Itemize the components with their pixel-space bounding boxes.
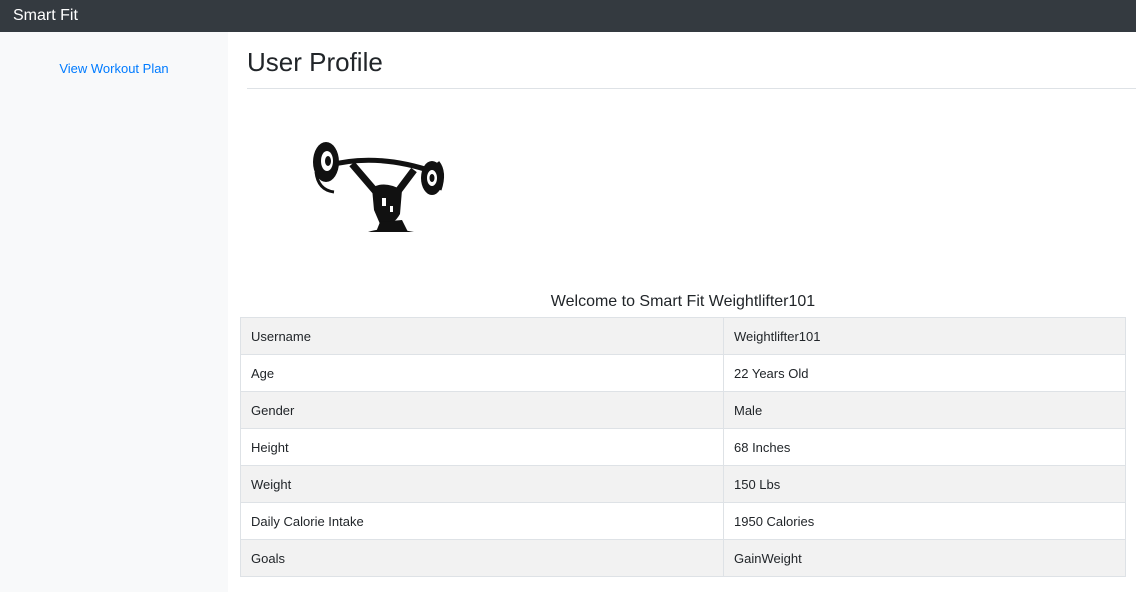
row-value-gender: Male xyxy=(723,391,1126,429)
table-row: Username Weightlifter101 xyxy=(240,317,1126,355)
row-label-height: Height xyxy=(240,428,724,466)
brand-link[interactable]: Smart Fit xyxy=(13,0,78,32)
row-value-weight: 150 Lbs xyxy=(723,465,1126,503)
row-label-username: Username xyxy=(240,317,724,355)
row-label-age: Age xyxy=(240,354,724,392)
welcome-message: Welcome to Smart Fit Weightlifter101 xyxy=(240,292,1126,312)
top-navbar: Smart Fit xyxy=(0,0,1136,32)
row-value-username: Weightlifter101 xyxy=(723,317,1126,355)
row-label-goals: Goals xyxy=(240,539,724,577)
row-value-daily-calorie-intake: 1950 Calories xyxy=(723,502,1126,540)
table-row: Weight 150 Lbs xyxy=(240,465,1126,503)
table-row: Goals GainWeight xyxy=(240,539,1126,577)
row-value-age: 22 Years Old xyxy=(723,354,1126,392)
table-row: Gender Male xyxy=(240,391,1126,429)
row-label-daily-calorie-intake: Daily Calorie Intake xyxy=(240,502,724,540)
page-title: User Profile xyxy=(247,47,383,77)
title-divider xyxy=(247,88,1136,89)
table-row: Daily Calorie Intake 1950 Calories xyxy=(240,502,1126,540)
row-label-gender: Gender xyxy=(240,391,724,429)
row-value-goals: GainWeight xyxy=(723,539,1126,577)
sidebar-item-view-workout-plan[interactable]: View Workout Plan xyxy=(0,60,228,78)
profile-table: Username Weightlifter101 Age 22 Years Ol… xyxy=(240,317,1126,577)
row-label-weight: Weight xyxy=(240,465,724,503)
weightlifter-icon xyxy=(306,132,450,236)
row-value-height: 68 Inches xyxy=(723,428,1126,466)
welcome-username: Weightlifter101 xyxy=(708,293,816,310)
table-row: Height 68 Inches xyxy=(240,428,1126,466)
welcome-prefix: Welcome to Smart Fit xyxy=(550,293,705,310)
table-row: Age 22 Years Old xyxy=(240,354,1126,392)
sidebar: View Workout Plan xyxy=(0,32,228,592)
